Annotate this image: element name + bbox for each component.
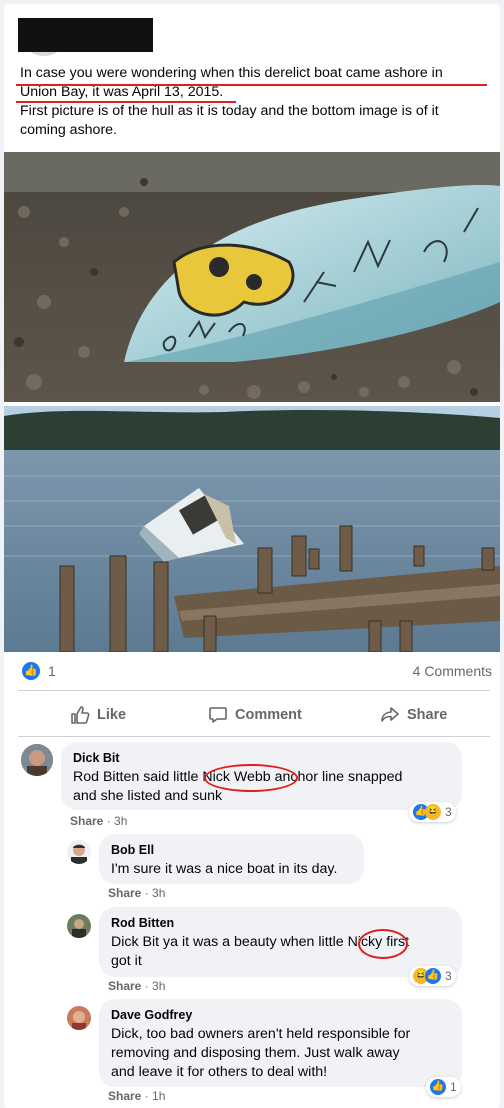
comment-bubble: Bob Ell I'm sure it was a nice boat in i… — [99, 834, 364, 884]
comment-meta: Share · 3h — [108, 886, 166, 900]
author-name-redacted — [18, 18, 153, 52]
avatar[interactable] — [21, 744, 53, 776]
comment-meta: Share · 3h — [108, 979, 166, 993]
comment-text-part: and leave it for others to deal with! — [111, 1064, 328, 1080]
red-underline-annotation — [16, 84, 487, 86]
comment-time[interactable]: 3h — [114, 814, 127, 828]
reaction-badge[interactable]: 👍 1 — [426, 1077, 461, 1097]
comment-text-part: and she listed and sunk — [73, 788, 223, 804]
comment-text: I'm sure it was a nice boat in its day. — [111, 861, 338, 877]
share-label: Share — [407, 707, 448, 723]
comment-text-part: Rod Bitten said little — [73, 769, 203, 785]
comment-text-part: removing and disposing them. Just walk a… — [111, 1045, 400, 1061]
share-icon — [381, 707, 399, 722]
like-reaction-icon: 👍 — [430, 1079, 446, 1095]
comment-meta: Share · 3h — [70, 814, 128, 828]
reaction-badge[interactable]: 😆 👍 3 — [409, 966, 456, 986]
commenter-name[interactable]: Dave Godfrey — [111, 1007, 450, 1023]
share-button[interactable]: Share — [380, 698, 447, 732]
avatar[interactable] — [67, 840, 91, 864]
reaction-count: 3 — [445, 969, 452, 983]
hull-photo[interactable] — [4, 152, 500, 402]
avatar[interactable] — [67, 1006, 91, 1030]
post-line: In case you were wondering when this der… — [20, 65, 443, 81]
avatar[interactable] — [67, 914, 91, 938]
commenter-name[interactable]: Bob Ell — [111, 842, 352, 858]
comments-count[interactable]: 4 Comments — [413, 663, 492, 679]
comment-share-link[interactable]: Share — [70, 814, 103, 828]
divider — [18, 736, 490, 737]
comment-meta: Share · 1h — [108, 1089, 166, 1103]
laugh-reaction-icon: 😆 — [425, 804, 441, 820]
comment-share-link[interactable]: Share — [108, 886, 141, 900]
divider — [18, 690, 490, 691]
reaction-badge[interactable]: 👍 😆 3 — [409, 802, 456, 822]
comment-label: Comment — [235, 707, 302, 723]
post-card: In case you were wondering when this der… — [4, 4, 500, 1108]
comment-bubble: Dave Godfrey Dick, too bad owners aren't… — [99, 999, 462, 1087]
comment-text: Dick, too bad owners aren't held respons… — [111, 1025, 450, 1082]
like-button[interactable]: Like — [70, 698, 126, 732]
like-reaction-icon: 👍 — [425, 968, 441, 984]
comment-time[interactable]: 3h — [152, 979, 165, 993]
comment-text-part: got it — [111, 953, 142, 969]
comment-button[interactable]: Comment — [208, 698, 302, 732]
comment-share-link[interactable]: Share — [108, 1089, 141, 1103]
post-line: First picture is of the hull as it is to… — [20, 103, 439, 119]
comment-text-part: Dick Bit ya it was a beauty when little — [111, 934, 348, 950]
post-line: coming ashore. — [20, 122, 117, 138]
reaction-count: 1 — [450, 1080, 457, 1094]
red-circle-annotation — [204, 764, 298, 792]
boat-ashore-photo[interactable] — [4, 406, 500, 652]
comment-share-link[interactable]: Share — [108, 979, 141, 993]
red-circle-annotation — [358, 929, 408, 959]
reactions-row: 👍 1 4 Comments — [18, 660, 494, 684]
red-underline-annotation — [16, 101, 236, 103]
comment-icon — [209, 707, 227, 723]
comment-text-part: Dick, too bad owners aren't held respons… — [111, 1026, 411, 1042]
reaction-count[interactable]: 1 — [48, 663, 56, 679]
like-label: Like — [97, 707, 127, 723]
reaction-count: 3 — [445, 805, 452, 819]
comment-time[interactable]: 3h — [152, 886, 165, 900]
commenter-name[interactable]: Rod Bitten — [111, 915, 450, 931]
like-reaction-icon[interactable]: 👍 — [22, 662, 40, 680]
thumbs-up-icon — [71, 706, 90, 724]
comment-time[interactable]: 1h — [152, 1089, 165, 1103]
post-actions: Like Comment Share — [18, 698, 490, 732]
